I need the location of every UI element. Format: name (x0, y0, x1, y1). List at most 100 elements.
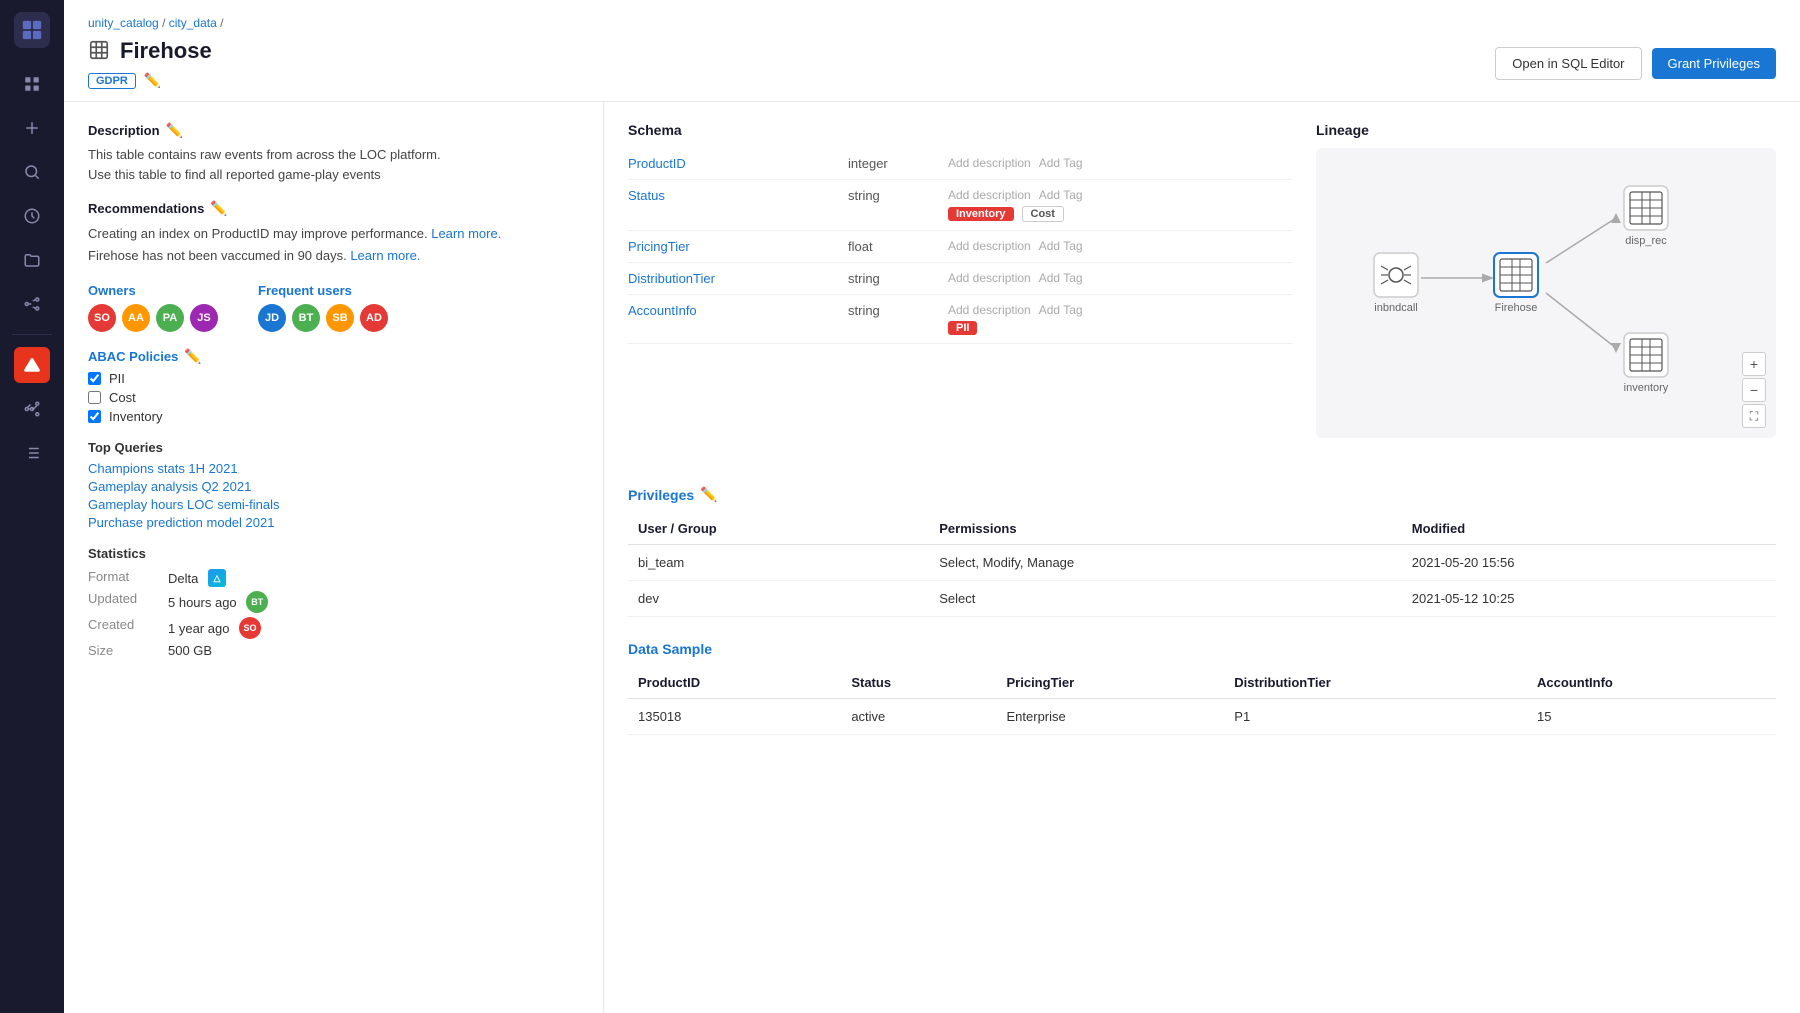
lineage-title: Lineage (1316, 122, 1776, 138)
avatar-BT[interactable]: BT (292, 304, 320, 332)
node-inbndcall[interactable]: inbndcall (1374, 253, 1418, 314)
add-tag-distributiontier[interactable]: Add Tag (1039, 271, 1083, 285)
edit-tag-icon[interactable]: ✏️ (144, 72, 161, 89)
node-disp-rec[interactable]: disp_rec (1624, 186, 1668, 247)
avatar-SO[interactable]: SO (88, 304, 116, 332)
sample-distributiontier-0: P1 (1224, 699, 1527, 735)
sample-col-distributiontier: DistributionTier (1224, 667, 1527, 699)
owners-label: Owners (88, 283, 218, 298)
frequent-users-group: Frequent users JD BT SB AD (258, 283, 388, 332)
description-body: This table contains raw events from acro… (88, 145, 579, 184)
sidebar-item-alert[interactable] (14, 347, 50, 383)
query-link-1[interactable]: Gameplay analysis Q2 2021 (88, 479, 579, 494)
col-name-productid[interactable]: ProductID (628, 156, 848, 171)
add-tag-pricingtier[interactable]: Add Tag (1039, 239, 1083, 253)
breadcrumb-schema[interactable]: city_data (169, 16, 217, 30)
rec-link-1[interactable]: Learn more. (431, 226, 501, 241)
add-desc-accountinfo[interactable]: Add description (948, 303, 1031, 317)
abac-inventory-checkbox[interactable] (88, 410, 101, 423)
sample-col-status: Status (841, 667, 996, 699)
add-desc-pricingtier[interactable]: Add description (948, 239, 1031, 253)
recommendations-body: Creating an index on ProductID may impro… (88, 223, 579, 267)
page-title: Firehose (120, 38, 212, 64)
schema-row-distributiontier: DistributionTier string Add description … (628, 263, 1292, 295)
sidebar-item-workflow[interactable] (14, 286, 50, 322)
tag-inventory[interactable]: Inventory (948, 207, 1014, 221)
sidebar-item-dashboard[interactable] (14, 66, 50, 102)
title-row: Firehose GDPR ✏️ Open in SQL Editor Gran… (88, 38, 1776, 101)
priv-row-bi-team: bi_team Select, Modify, Manage 2021-05-2… (628, 545, 1776, 581)
title-left: Firehose GDPR ✏️ (88, 38, 212, 89)
node-firehose[interactable]: Firehose (1494, 253, 1538, 314)
recommendations-edit-icon[interactable]: ✏️ (210, 200, 227, 217)
rec-link-2[interactable]: Learn more. (350, 248, 420, 263)
recommendations-title: Recommendations ✏️ (88, 200, 579, 217)
abac-title: ABAC Policies ✏️ (88, 348, 579, 365)
svg-text:inbndcall: inbndcall (1374, 302, 1417, 314)
col-name-status[interactable]: Status (628, 188, 848, 203)
gdpr-tag: GDPR (88, 73, 136, 89)
zoom-in-button[interactable]: + (1742, 352, 1766, 376)
title-main: Firehose (88, 38, 212, 64)
sidebar-item-search[interactable] (14, 154, 50, 190)
abac-cost-checkbox[interactable] (88, 391, 101, 404)
tag-pii[interactable]: PII (948, 321, 977, 335)
tag-cost[interactable]: Cost (1022, 206, 1064, 222)
sidebar-item-list[interactable] (14, 435, 50, 471)
sample-col-productid: ProductID (628, 667, 841, 699)
sample-accountinfo-0: 15 (1527, 699, 1776, 735)
description-edit-icon[interactable]: ✏️ (166, 122, 183, 139)
open-sql-button[interactable]: Open in SQL Editor (1495, 47, 1641, 80)
sidebar-item-history[interactable] (14, 198, 50, 234)
abac-edit-icon[interactable]: ✏️ (184, 348, 201, 365)
col-name-accountinfo[interactable]: AccountInfo (628, 303, 848, 318)
description-title: Description ✏️ (88, 122, 579, 139)
col-name-distributiontier[interactable]: DistributionTier (628, 271, 848, 286)
stats-updated-val: 5 hours ago BT (168, 591, 579, 613)
avatar-AA[interactable]: AA (122, 304, 150, 332)
avatar-AD[interactable]: AD (360, 304, 388, 332)
stats-updated-key: Updated (88, 591, 168, 613)
avatar-JD[interactable]: JD (258, 304, 286, 332)
query-link-3[interactable]: Purchase prediction model 2021 (88, 515, 579, 530)
schema-row-productid: ProductID integer Add description Add Ta… (628, 148, 1292, 180)
zoom-expand-button[interactable]: ⛶ (1742, 404, 1766, 428)
stats-created-key: Created (88, 617, 168, 639)
add-desc-distributiontier[interactable]: Add description (948, 271, 1031, 285)
col-meta-distributiontier: Add description Add Tag (948, 271, 1292, 285)
avatar-JS[interactable]: JS (190, 304, 218, 332)
priv-modified-bi-team: 2021-05-20 15:56 (1402, 545, 1776, 581)
abac-cost-label: Cost (109, 390, 136, 405)
sample-col-pricingtier: PricingTier (997, 667, 1225, 699)
sidebar-item-graph[interactable] (14, 391, 50, 427)
query-link-0[interactable]: Champions stats 1H 2021 (88, 461, 579, 476)
add-tag-productid[interactable]: Add Tag (1039, 156, 1083, 170)
col-name-pricingtier[interactable]: PricingTier (628, 239, 848, 254)
abac-inventory: Inventory (88, 409, 579, 424)
sidebar-item-folder[interactable] (14, 242, 50, 278)
sidebar-item-add[interactable] (14, 110, 50, 146)
add-desc-status[interactable]: Add description (948, 188, 1031, 202)
grant-privileges-button[interactable]: Grant Privileges (1652, 48, 1776, 79)
sample-pricingtier-0: Enterprise (997, 699, 1225, 735)
query-link-2[interactable]: Gameplay hours LOC semi-finals (88, 497, 579, 512)
lineage-svg: inbndcall Firehose (1316, 148, 1756, 438)
priv-group-bi-team: bi_team (628, 545, 929, 581)
zoom-out-button[interactable]: − (1742, 378, 1766, 402)
stats-created-val: 1 year ago SO (168, 617, 579, 639)
svg-text:disp_rec: disp_rec (1625, 235, 1667, 247)
app-logo[interactable] (14, 12, 50, 48)
privileges-edit-icon[interactable]: ✏️ (700, 486, 717, 503)
right-panel: Schema ProductID integer Add description… (604, 102, 1800, 1013)
abac-pii-checkbox[interactable] (88, 372, 101, 385)
priv-group-dev: dev (628, 581, 929, 617)
add-tag-accountinfo[interactable]: Add Tag (1039, 303, 1083, 317)
avatar-SB[interactable]: SB (326, 304, 354, 332)
avatar-PA[interactable]: PA (156, 304, 184, 332)
node-inventory[interactable]: inventory (1624, 333, 1669, 394)
add-tag-status[interactable]: Add Tag (1039, 188, 1083, 202)
add-desc-productid[interactable]: Add description (948, 156, 1031, 170)
col-type-distributiontier: string (848, 271, 948, 286)
breadcrumb-catalog[interactable]: unity_catalog (88, 16, 159, 30)
col-type-pricingtier: float (848, 239, 948, 254)
